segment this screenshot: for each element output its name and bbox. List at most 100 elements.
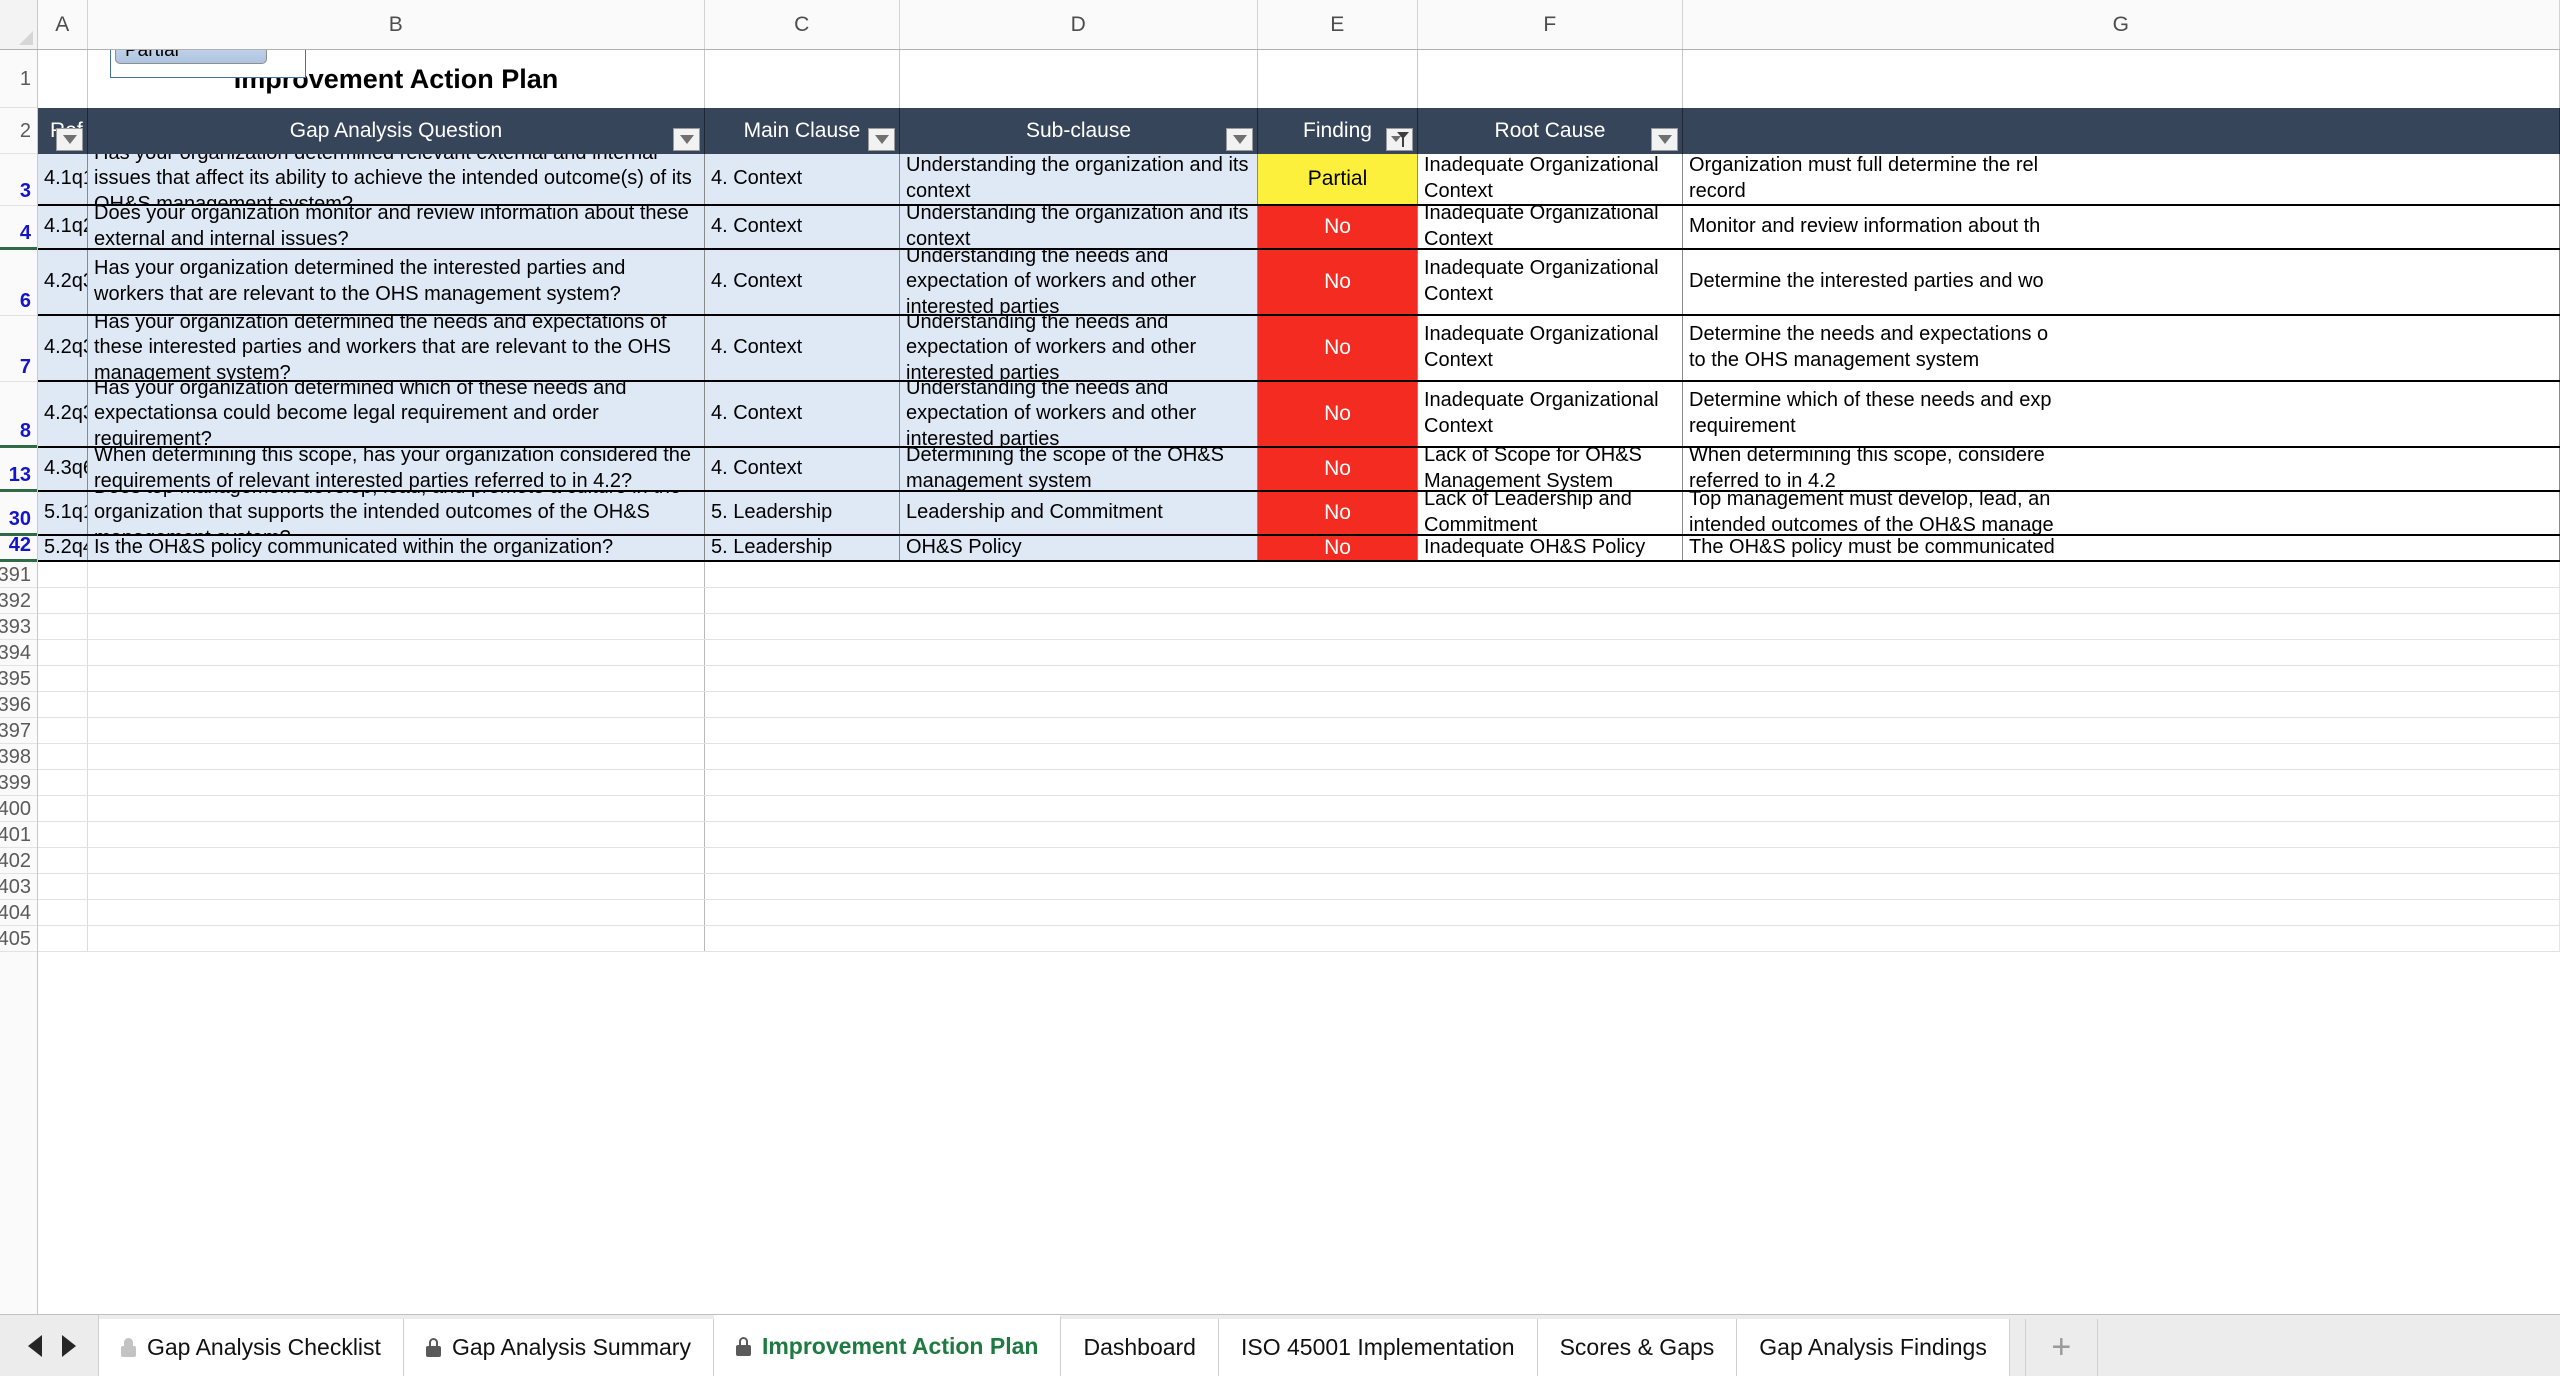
- row-number-4[interactable]: 4: [0, 206, 37, 250]
- cell-sub-clause[interactable]: Understanding the organization and its c…: [900, 206, 1258, 248]
- empty-cell-a[interactable]: [38, 796, 88, 821]
- filter-dropdown-icon-ref[interactable]: [56, 128, 83, 151]
- cell-action[interactable]: Determine which of these needs and exp re…: [1683, 382, 2560, 446]
- empty-cell-rest[interactable]: [705, 770, 2560, 795]
- active-filter-icon-finding[interactable]: [1386, 128, 1413, 151]
- column-header-f[interactable]: F: [1418, 0, 1683, 49]
- row-number-30[interactable]: 30: [0, 492, 37, 536]
- sheet-tab-gap-analysis-findings[interactable]: Gap Analysis Findings: [1737, 1319, 2010, 1376]
- cell-action[interactable]: When determining this scope, considere re…: [1683, 448, 2560, 490]
- empty-cell-b[interactable]: [88, 796, 705, 821]
- cell-sub-clause[interactable]: Determining the scope of the OH&S manage…: [900, 448, 1258, 490]
- cell-sub-clause[interactable]: Understanding the organization and its c…: [900, 154, 1258, 204]
- cell-finding[interactable]: No: [1258, 250, 1418, 314]
- empty-cell-rest[interactable]: [705, 926, 2560, 951]
- cell-question[interactable]: Is the OH&S policy communicated within t…: [88, 536, 705, 560]
- row-number-402[interactable]: 402: [0, 848, 37, 874]
- cell-root-cause[interactable]: Inadequate Organizational Context: [1418, 206, 1683, 248]
- cell-root-cause[interactable]: Inadequate Organizational Context: [1418, 316, 1683, 380]
- cell-finding[interactable]: No: [1258, 448, 1418, 490]
- row-number-396[interactable]: 396: [0, 692, 37, 718]
- previous-sheet-icon[interactable]: [28, 1334, 42, 1357]
- column-header-d[interactable]: D: [900, 0, 1258, 49]
- row-number-395[interactable]: 395: [0, 666, 37, 692]
- cell-main-clause[interactable]: 4. Context: [705, 316, 900, 380]
- cell-sub-clause[interactable]: Understanding the needs and expectation …: [900, 250, 1258, 314]
- sheet-tab-gap-analysis-checklist[interactable]: Gap Analysis Checklist: [99, 1319, 404, 1376]
- cell-finding[interactable]: No: [1258, 492, 1418, 534]
- empty-cell-b[interactable]: [88, 588, 705, 613]
- sheet-tab-dashboard[interactable]: Dashboard: [1061, 1319, 1219, 1376]
- empty-cell-rest[interactable]: [705, 640, 2560, 665]
- empty-cell-rest[interactable]: [705, 718, 2560, 743]
- empty-cell-rest[interactable]: [705, 562, 2560, 587]
- empty-cell-rest[interactable]: [705, 874, 2560, 899]
- filter-dropdown-icon-main-clause[interactable]: [868, 128, 895, 151]
- filter-dropdown-icon-sub-clause[interactable]: [1226, 128, 1253, 151]
- empty-cell-b[interactable]: [88, 926, 705, 951]
- cell-ref[interactable]: 5.2q4: [38, 536, 88, 560]
- empty-cell-rest[interactable]: [705, 744, 2560, 769]
- row-number-393[interactable]: 393: [0, 614, 37, 640]
- cell-main-clause[interactable]: 4. Context: [705, 250, 900, 314]
- empty-cell-b[interactable]: [88, 640, 705, 665]
- empty-cell-a[interactable]: [38, 718, 88, 743]
- column-header-g[interactable]: G: [1683, 0, 2560, 49]
- cell-f1[interactable]: [1418, 50, 1683, 108]
- row-number-42[interactable]: 42: [0, 535, 37, 562]
- sheet-tab-iso-45001-implementation[interactable]: ISO 45001 Implementation: [1218, 1319, 1538, 1376]
- empty-cell-a[interactable]: [38, 640, 88, 665]
- row-number-400[interactable]: 400: [0, 796, 37, 822]
- filter-dropdown-icon-question[interactable]: [673, 128, 700, 151]
- row-number-2[interactable]: 2: [0, 108, 37, 154]
- empty-cell-a[interactable]: [38, 588, 88, 613]
- empty-cell-rest[interactable]: [705, 666, 2560, 691]
- cell-main-clause[interactable]: 4. Context: [705, 206, 900, 248]
- row-number-8[interactable]: 8: [0, 382, 37, 448]
- cell-root-cause[interactable]: Inadequate Organizational Context: [1418, 382, 1683, 446]
- empty-cell-a[interactable]: [38, 926, 88, 951]
- cell-finding[interactable]: No: [1258, 382, 1418, 446]
- cell-root-cause[interactable]: Inadequate Organizational Context: [1418, 154, 1683, 204]
- row-number-1[interactable]: 1: [0, 50, 37, 108]
- empty-cell-b[interactable]: [88, 874, 705, 899]
- filter-dropdown-icon-root-cause[interactable]: [1651, 128, 1678, 151]
- cell-ref[interactable]: 4.1q1: [38, 154, 88, 204]
- empty-cell-b[interactable]: [88, 848, 705, 873]
- row-number-394[interactable]: 394: [0, 640, 37, 666]
- cell-action[interactable]: Top management must develop, lead, an int…: [1683, 492, 2560, 534]
- cell-root-cause[interactable]: Lack of Leadership and Commitment: [1418, 492, 1683, 534]
- sheet-tab-gap-analysis-summary[interactable]: Gap Analysis Summary: [403, 1319, 714, 1376]
- cell-question[interactable]: Has your organization determined the int…: [88, 250, 705, 314]
- row-number-401[interactable]: 401: [0, 822, 37, 848]
- empty-cell-b[interactable]: [88, 900, 705, 925]
- empty-cell-b[interactable]: [88, 822, 705, 847]
- row-number-3[interactable]: 3: [0, 154, 37, 206]
- empty-cell-b[interactable]: [88, 692, 705, 717]
- empty-cell-rest[interactable]: [705, 614, 2560, 639]
- column-header-c[interactable]: C: [705, 0, 900, 49]
- row-number-399[interactable]: 399: [0, 770, 37, 796]
- next-sheet-icon[interactable]: [62, 1334, 76, 1357]
- cell-c1[interactable]: [705, 50, 900, 108]
- cell-ref[interactable]: 5.1q1j: [38, 492, 88, 534]
- empty-cell-a[interactable]: [38, 900, 88, 925]
- cell-action[interactable]: Determine the interested parties and wo: [1683, 250, 2560, 314]
- cell-root-cause[interactable]: Inadequate Organizational Context: [1418, 250, 1683, 314]
- row-number-403[interactable]: 403: [0, 874, 37, 900]
- empty-cell-a[interactable]: [38, 666, 88, 691]
- row-number-398[interactable]: 398: [0, 744, 37, 770]
- cell-main-clause[interactable]: 5. Leadership: [705, 536, 900, 560]
- empty-cell-b[interactable]: [88, 666, 705, 691]
- cell-main-clause[interactable]: 4. Context: [705, 382, 900, 446]
- column-header-a[interactable]: A: [38, 0, 88, 49]
- empty-cell-rest[interactable]: [705, 848, 2560, 873]
- cell-e1[interactable]: [1258, 50, 1418, 108]
- cell-sub-clause[interactable]: Understanding the needs and expectation …: [900, 316, 1258, 380]
- empty-cell-a[interactable]: [38, 848, 88, 873]
- row-number-392[interactable]: 392: [0, 588, 37, 614]
- column-header-e[interactable]: E: [1258, 0, 1418, 49]
- row-number-397[interactable]: 397: [0, 718, 37, 744]
- cell-finding[interactable]: No: [1258, 316, 1418, 380]
- empty-cell-rest[interactable]: [705, 822, 2560, 847]
